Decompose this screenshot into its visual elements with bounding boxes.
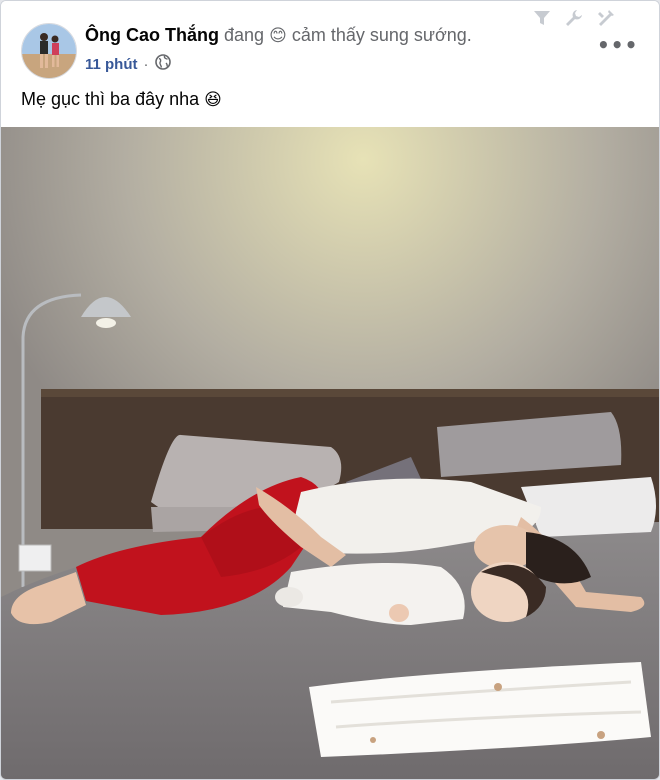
more-options-button[interactable]: ••• bbox=[597, 35, 637, 55]
toolbar-icons bbox=[531, 7, 617, 29]
status-verb: đang bbox=[224, 25, 265, 45]
smiling-face-emoji: 😊 bbox=[269, 26, 287, 46]
filter-icon[interactable] bbox=[531, 7, 553, 29]
meta-separator: · bbox=[143, 55, 149, 73]
post-time[interactable]: 11 phút bbox=[85, 56, 138, 73]
avatar[interactable] bbox=[21, 23, 77, 79]
tools-icon[interactable] bbox=[595, 7, 617, 29]
laughing-face-emoji: 😆 bbox=[204, 90, 222, 110]
post-caption: Mẹ gục thì ba đây nha 😆 bbox=[21, 89, 222, 110]
facebook-post: Ông Cao Thắng đang 😊 cảm thấy sung sướng… bbox=[0, 0, 660, 780]
globe-icon[interactable] bbox=[154, 54, 171, 74]
post-title-line: Ông Cao Thắng đang 😊 cảm thấy sung sướng… bbox=[85, 25, 472, 46]
post-photo[interactable] bbox=[1, 127, 659, 779]
post-meta: 11 phút · bbox=[85, 54, 171, 74]
pillow-white bbox=[521, 477, 656, 537]
feeling-text[interactable]: cảm thấy sung sướng. bbox=[292, 25, 472, 45]
author-name[interactable]: Ông Cao Thắng bbox=[85, 25, 219, 45]
caption-text: Mẹ gục thì ba đây nha bbox=[21, 89, 200, 109]
wall-outlet bbox=[18, 544, 52, 572]
post-header: Ông Cao Thắng đang 😊 cảm thấy sung sướng… bbox=[1, 1, 659, 127]
wrench-icon[interactable] bbox=[563, 7, 585, 29]
